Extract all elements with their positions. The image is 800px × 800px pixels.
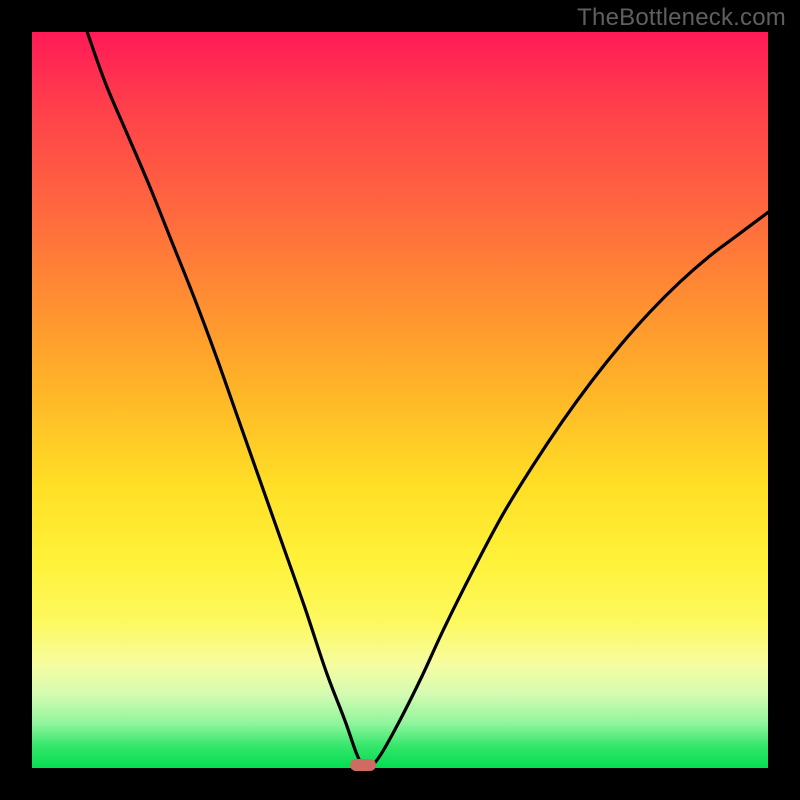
plot-area bbox=[32, 32, 768, 768]
bottleneck-curve bbox=[32, 32, 768, 768]
chart-frame: TheBottleneck.com bbox=[0, 0, 800, 800]
minimum-marker bbox=[350, 759, 376, 771]
watermark-text: TheBottleneck.com bbox=[577, 4, 786, 32]
